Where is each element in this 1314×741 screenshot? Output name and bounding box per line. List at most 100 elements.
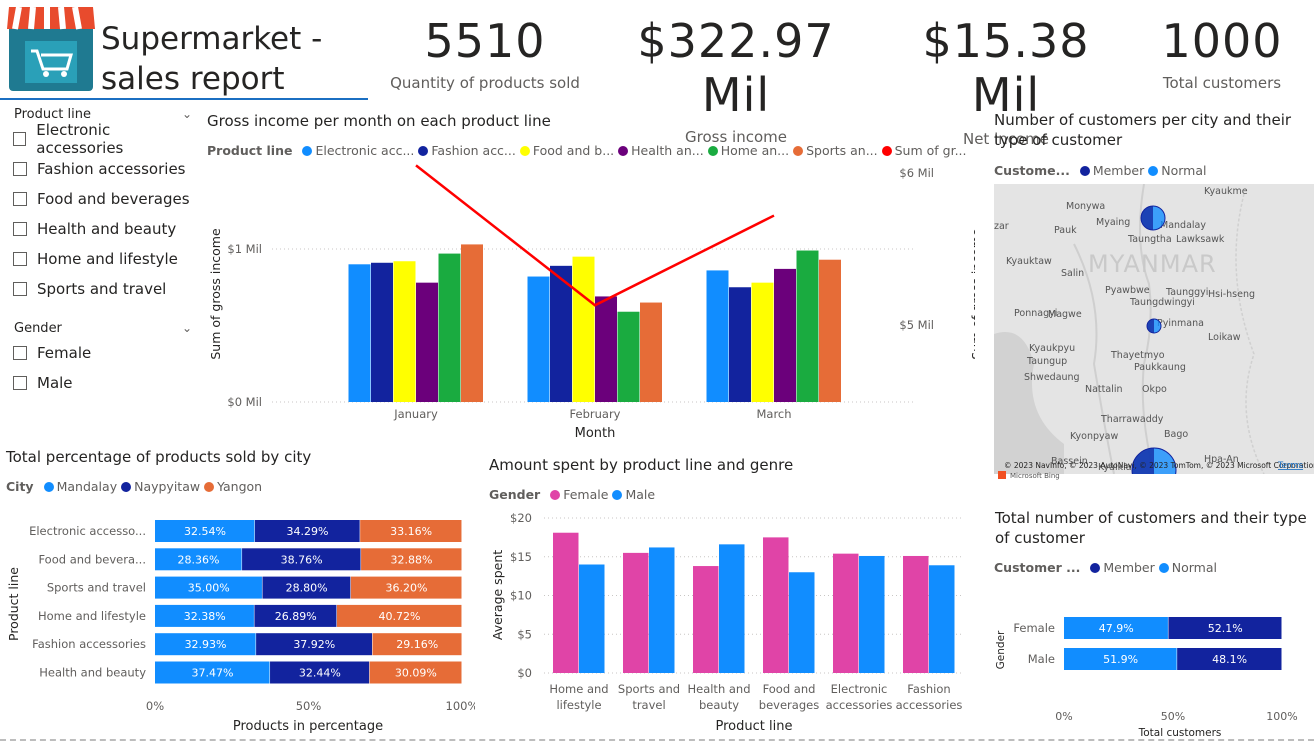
map-label: Pyinmana bbox=[1157, 318, 1204, 329]
bar-female[interactable] bbox=[623, 552, 649, 673]
map-label: Nattalin bbox=[1085, 384, 1123, 395]
bar-homean-january[interactable] bbox=[438, 253, 461, 402]
checkbox[interactable] bbox=[13, 222, 27, 236]
kpi-quantity-card[interactable]: 5510 Quantity of products sold bbox=[385, 14, 585, 92]
gender-slicer[interactable]: Gender ⌄ Female Male bbox=[8, 318, 192, 398]
x-tick-label: Food and bbox=[763, 682, 816, 696]
bar-sportsan-february[interactable] bbox=[640, 302, 662, 402]
y-tick-label: $1 Mil bbox=[227, 242, 262, 256]
gross-income-legend: Product line Electronic acc... Fashion ac… bbox=[207, 143, 967, 158]
amount-spent-visual[interactable]: Amount spent by product line and genre G… bbox=[482, 448, 982, 740]
checkbox[interactable] bbox=[13, 376, 27, 390]
legend-label: Electronic acc... bbox=[315, 143, 415, 158]
slicer-item-gender-0[interactable]: Female bbox=[13, 338, 192, 368]
city-pct-chart[interactable]: 32.54% 34.29% 33.16% Electronic accesso... 2… bbox=[0, 504, 475, 740]
slicer-item-product-line-3[interactable]: Health and beauty bbox=[13, 214, 192, 244]
checkbox[interactable] bbox=[13, 162, 27, 176]
checkbox[interactable] bbox=[13, 252, 27, 266]
checkbox[interactable] bbox=[13, 192, 27, 206]
terms-link[interactable]: Terms bbox=[1277, 461, 1304, 471]
microsoft-logo-icon bbox=[998, 471, 1006, 479]
bar-female[interactable] bbox=[693, 566, 719, 673]
product-line-slicer[interactable]: Product line ⌄ Electronic accessories Fas… bbox=[8, 104, 192, 304]
bar-healthan-march[interactable] bbox=[774, 268, 796, 402]
map-label: Mandalay bbox=[1160, 220, 1206, 231]
slicer-item-product-line-4[interactable]: Home and lifestyle bbox=[13, 244, 192, 274]
bar-healthan-february[interactable] bbox=[595, 296, 617, 402]
myanmar-map[interactable]: Kyaukme Monywa Myaing Mandalay Pauk Taungtha L… bbox=[994, 184, 1314, 498]
gross-income-visual[interactable]: Gross income per month on each product l… bbox=[200, 104, 975, 444]
title-underline bbox=[0, 98, 368, 100]
amount-spent-title: Amount spent by product line and genre bbox=[489, 456, 794, 474]
gross-income-chart[interactable]: $0 Mil $1 Mil $5 Mil $6 Mil Sum of gross inc… bbox=[200, 164, 975, 444]
bar-female[interactable] bbox=[553, 532, 579, 673]
bar-foodandb-january[interactable] bbox=[393, 261, 416, 402]
x-tick-label: 0% bbox=[1055, 710, 1072, 723]
x-tick-label: beverages bbox=[759, 698, 819, 712]
slicer-item-gender-1[interactable]: Male bbox=[13, 368, 192, 398]
map-label: Kyonpyaw bbox=[1070, 431, 1118, 442]
slicer-item-product-line-5[interactable]: Sports and travel bbox=[13, 274, 192, 304]
map-label: Taungtha bbox=[1127, 234, 1172, 245]
report-title-line2: sales report bbox=[101, 61, 285, 97]
map-label: Taungup bbox=[1026, 356, 1067, 367]
legend-label: Health an... bbox=[631, 143, 704, 158]
bar-electronicacc-february[interactable] bbox=[527, 276, 550, 402]
slicer-item-product-line-2[interactable]: Food and beverages bbox=[13, 184, 192, 214]
map-label: Shwedaung bbox=[1024, 372, 1080, 383]
bar-homean-february[interactable] bbox=[617, 311, 640, 402]
bar-homean-march[interactable] bbox=[796, 250, 819, 402]
chevron-down-icon[interactable]: ⌄ bbox=[182, 321, 192, 335]
slicer-item-label: Female bbox=[37, 344, 92, 362]
female-legend-label: Female bbox=[563, 487, 609, 502]
y-tick-label: Sports and travel bbox=[47, 581, 146, 595]
bar-female[interactable] bbox=[833, 553, 859, 673]
page-bottom-border bbox=[0, 737, 1314, 741]
bar-sportsan-march[interactable] bbox=[819, 259, 841, 402]
bar-fashionacc-january[interactable] bbox=[371, 262, 393, 402]
slicer-item-product-line-1[interactable]: Fashion accessories bbox=[13, 154, 192, 184]
city-customers-visual[interactable]: Number of customers per city and their t… bbox=[988, 104, 1314, 499]
bar-foodandb-march[interactable] bbox=[751, 282, 774, 402]
checkbox[interactable] bbox=[13, 132, 27, 146]
report-title-line1: Supermarket - bbox=[101, 21, 323, 57]
legend-label: Mandalay bbox=[56, 479, 118, 494]
bar-electronicacc-march[interactable] bbox=[706, 270, 729, 402]
bar-electronicacc-january[interactable] bbox=[348, 264, 371, 402]
bar-male[interactable] bbox=[719, 544, 745, 673]
bar-male[interactable] bbox=[929, 565, 955, 673]
kpi-customers-value: 1000 bbox=[1161, 14, 1283, 68]
bar-sportsan-january[interactable] bbox=[461, 244, 483, 402]
x-axis-title: Month bbox=[575, 426, 616, 441]
data-label: 32.88% bbox=[391, 553, 433, 566]
bar-fashionacc-march[interactable] bbox=[729, 287, 751, 402]
legend-dot bbox=[43, 481, 54, 492]
amount-spent-chart[interactable]: $0 $5 $10 $15 $20 Home and lifestyle Sports and… bbox=[482, 508, 982, 740]
legend-label: Sports an... bbox=[806, 143, 878, 158]
customer-type-chart[interactable]: 47.9% 52.1%Female51.9% 48.1%Male0% 50% 100%T… bbox=[988, 580, 1314, 740]
legend-label: Fashion acc... bbox=[431, 143, 516, 158]
checkbox[interactable] bbox=[13, 282, 27, 296]
slicer-item-product-line-0[interactable]: Electronic accessories bbox=[13, 121, 192, 157]
bar-female[interactable] bbox=[903, 555, 929, 673]
y2-axis-title: Sum of gross income bbox=[969, 228, 975, 360]
bar-male[interactable] bbox=[859, 555, 885, 673]
map-label: Pyawbwe bbox=[1105, 285, 1150, 296]
chevron-down-icon[interactable]: ⌄ bbox=[182, 107, 192, 121]
checkbox[interactable] bbox=[13, 346, 27, 360]
bar-foodandb-february[interactable] bbox=[572, 256, 595, 402]
bar-female[interactable] bbox=[763, 537, 789, 673]
y-tick-label: $20 bbox=[510, 511, 532, 525]
city-pct-visual[interactable]: Total percentage of products sold by cit… bbox=[0, 444, 475, 740]
bar-male[interactable] bbox=[649, 547, 675, 673]
legend-label: Naypyitaw bbox=[134, 479, 201, 494]
customer-legend-title: Customer ... bbox=[994, 560, 1081, 575]
bar-male[interactable] bbox=[789, 572, 815, 673]
kpi-customers-card[interactable]: 1000 Total customers bbox=[1150, 14, 1294, 92]
legend-dot bbox=[121, 481, 132, 492]
bar-male[interactable] bbox=[579, 564, 605, 674]
customer-type-visual[interactable]: Total number of customers and their type… bbox=[988, 504, 1314, 740]
data-label: 29.16% bbox=[396, 638, 438, 651]
bar-healthan-january[interactable] bbox=[416, 282, 438, 402]
gender-slicer-title: Gender bbox=[14, 320, 62, 336]
